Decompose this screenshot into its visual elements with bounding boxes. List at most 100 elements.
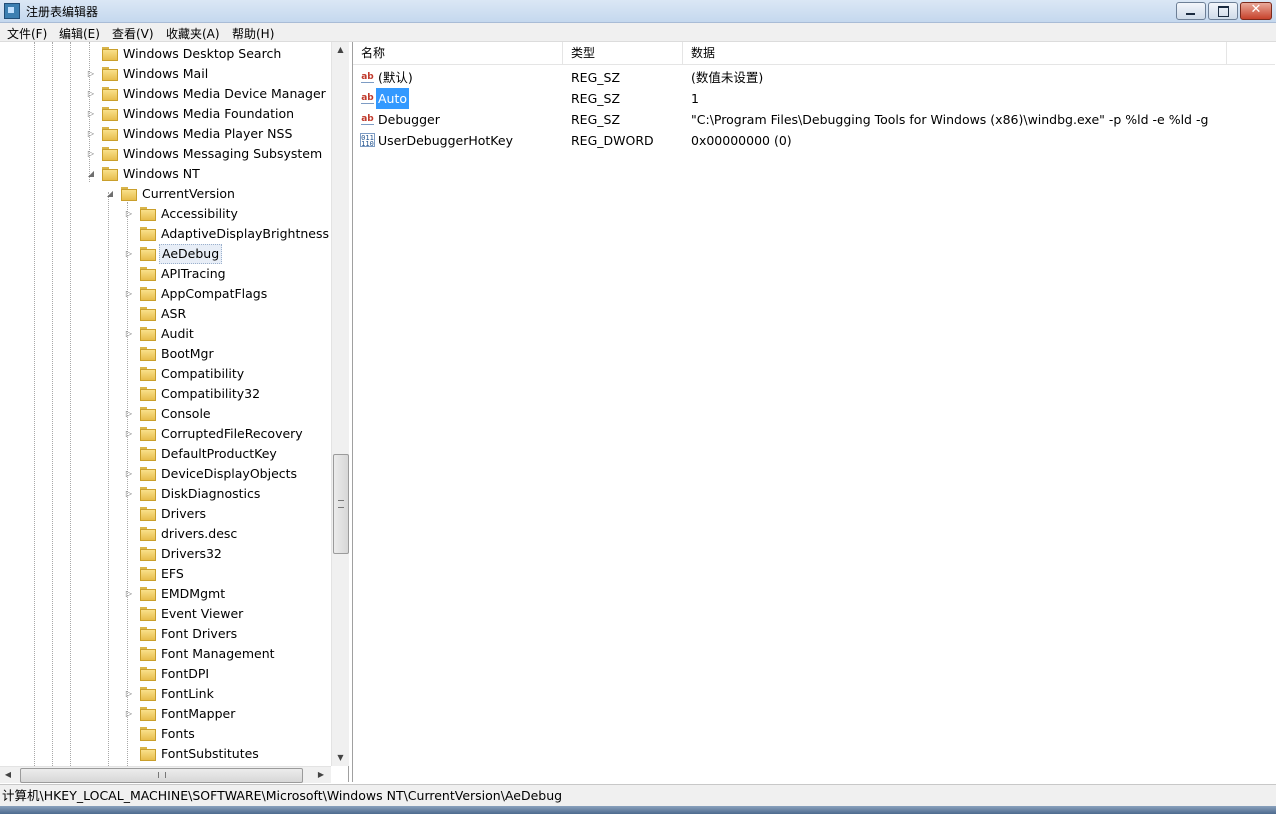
tree-node[interactable]: ◢ CurrentVersion bbox=[0, 184, 331, 204]
expand-arrow-icon[interactable]: ▷ bbox=[124, 704, 134, 724]
tree-node[interactable]: ▷ AppCompatFlags bbox=[0, 284, 331, 304]
tree-node[interactable]: ▷ CorruptedFileRecovery bbox=[0, 424, 331, 444]
tree-node[interactable]: ▷ DeviceDisplayObjects bbox=[0, 464, 331, 484]
tree-node[interactable]: Fonts bbox=[0, 724, 331, 744]
folder-icon bbox=[140, 427, 156, 441]
tree-node[interactable]: ▷ Windows Messaging Subsystem bbox=[0, 144, 331, 164]
tree-node[interactable]: Windows Desktop Search bbox=[0, 44, 331, 64]
tree-vertical-scrollbar[interactable]: ▲ ▼ bbox=[331, 42, 349, 766]
column-header-type[interactable]: 类型 bbox=[563, 42, 683, 64]
expand-arrow-icon[interactable]: ▷ bbox=[124, 404, 134, 424]
tree-node-label: Windows Media Player NSS bbox=[123, 126, 293, 141]
expand-arrow-icon[interactable]: ◢ bbox=[86, 164, 96, 184]
tree-node[interactable]: ▷ FontMapper bbox=[0, 704, 331, 724]
tree-node[interactable]: ▷ DiskDiagnostics bbox=[0, 484, 331, 504]
scroll-up-arrow-icon[interactable]: ▲ bbox=[332, 42, 349, 58]
expand-arrow-icon[interactable]: ▷ bbox=[86, 124, 96, 144]
expand-arrow-icon[interactable]: ▷ bbox=[86, 104, 96, 124]
folder-icon bbox=[102, 147, 118, 161]
expand-arrow-icon[interactable]: ▷ bbox=[124, 204, 134, 224]
tree-node-label-selected: AeDebug bbox=[159, 244, 223, 264]
tree-node[interactable]: ▷ AeDebug bbox=[0, 244, 331, 264]
folder-icon bbox=[140, 507, 156, 521]
horizontal-scroll-thumb[interactable] bbox=[20, 768, 303, 783]
expand-arrow-icon[interactable]: ▷ bbox=[86, 84, 96, 104]
folder-icon bbox=[140, 587, 156, 601]
value-name: Debugger bbox=[378, 112, 440, 127]
tree-node[interactable]: drivers.desc bbox=[0, 524, 331, 544]
tree-node[interactable]: FontDPI bbox=[0, 664, 331, 684]
tree-node[interactable]: AdaptiveDisplayBrightness bbox=[0, 224, 331, 244]
tree-node[interactable]: DefaultProductKey bbox=[0, 444, 331, 464]
folder-icon bbox=[140, 347, 156, 361]
tree-node[interactable]: Font Management bbox=[0, 644, 331, 664]
expand-arrow-icon[interactable]: ▷ bbox=[124, 324, 134, 344]
expand-arrow-icon[interactable]: ▷ bbox=[86, 144, 96, 164]
minimize-button[interactable] bbox=[1176, 2, 1206, 20]
close-button[interactable]: ✕ bbox=[1240, 2, 1272, 20]
scroll-grip-icon bbox=[338, 500, 344, 508]
menu-favorites[interactable]: 收藏夹(A) bbox=[166, 25, 220, 42]
tree-node[interactable]: ▷ Accessibility bbox=[0, 204, 331, 224]
folder-icon bbox=[140, 667, 156, 681]
tree-node[interactable]: ▷ Console bbox=[0, 404, 331, 424]
tree-node[interactable]: EFS bbox=[0, 564, 331, 584]
expand-arrow-icon[interactable]: ▷ bbox=[124, 464, 134, 484]
tree-node-label: Console bbox=[161, 406, 211, 421]
tree-node-label: FontDPI bbox=[161, 666, 210, 681]
folder-icon bbox=[140, 387, 156, 401]
tree-node[interactable]: ▷ Audit bbox=[0, 324, 331, 344]
expand-arrow-icon[interactable]: ▷ bbox=[124, 584, 134, 604]
close-icon: ✕ bbox=[1250, 2, 1262, 17]
registry-key-tree[interactable]: Windows Desktop Search ▷ Windows Mail ▷ Wind… bbox=[0, 42, 349, 782]
tree-node[interactable]: ▷ Windows Media Device Manager bbox=[0, 84, 331, 104]
vertical-scroll-thumb[interactable] bbox=[333, 454, 349, 554]
tree-node[interactable]: ▷ EMDMgmt bbox=[0, 584, 331, 604]
expand-arrow-icon[interactable]: ▷ bbox=[124, 484, 134, 504]
tree-horizontal-scrollbar[interactable]: ◀ ▶ bbox=[0, 766, 331, 783]
tree-node[interactable]: ASR bbox=[0, 304, 331, 324]
column-header-data[interactable]: 数据 bbox=[683, 42, 1227, 64]
tree-node[interactable]: Drivers bbox=[0, 504, 331, 524]
tree-node[interactable]: Compatibility32 bbox=[0, 384, 331, 404]
tree-node[interactable]: Drivers32 bbox=[0, 544, 331, 564]
tree-node[interactable]: Font Drivers bbox=[0, 624, 331, 644]
value-row[interactable]: ab Auto REG_SZ 1 bbox=[353, 88, 1275, 109]
expand-arrow-icon[interactable]: ▷ bbox=[124, 684, 134, 704]
value-type: REG_SZ bbox=[571, 91, 621, 106]
tree-node[interactable]: FontSubstitutes bbox=[0, 744, 331, 764]
tree-node-label: CorruptedFileRecovery bbox=[161, 426, 303, 441]
scroll-right-arrow-icon[interactable]: ▶ bbox=[313, 767, 329, 783]
maximize-button[interactable] bbox=[1208, 2, 1238, 20]
menu-edit[interactable]: 编辑(E) bbox=[59, 25, 100, 42]
tree-node[interactable]: Event Viewer bbox=[0, 604, 331, 624]
menu-view[interactable]: 查看(V) bbox=[112, 25, 154, 42]
expand-arrow-icon[interactable]: ▷ bbox=[86, 64, 96, 84]
value-row[interactable]: ab (默认) REG_SZ (数值未设置) bbox=[353, 67, 1275, 88]
value-type: REG_SZ bbox=[571, 112, 621, 127]
expand-arrow-icon[interactable]: ▷ bbox=[124, 424, 134, 444]
tree-node[interactable]: ▷ Windows Media Foundation bbox=[0, 104, 331, 124]
column-header-name[interactable]: 名称 bbox=[353, 42, 563, 64]
expand-arrow-icon[interactable]: ◢ bbox=[105, 184, 115, 204]
tree-node[interactable]: Compatibility bbox=[0, 364, 331, 384]
tree-node[interactable]: BootMgr bbox=[0, 344, 331, 364]
folder-icon bbox=[140, 727, 156, 741]
value-row[interactable]: ab Debugger REG_SZ "C:\Program Files\Debugg… bbox=[353, 109, 1275, 130]
tree-node[interactable]: ▷ Windows Mail bbox=[0, 64, 331, 84]
expand-arrow-icon[interactable]: ▷ bbox=[124, 284, 134, 304]
folder-icon bbox=[140, 747, 156, 761]
value-name: (默认) bbox=[378, 70, 413, 85]
menu-file[interactable]: 文件(F) bbox=[7, 25, 47, 42]
scroll-left-arrow-icon[interactable]: ◀ bbox=[0, 767, 16, 783]
menu-help[interactable]: 帮助(H) bbox=[232, 25, 274, 42]
scroll-down-arrow-icon[interactable]: ▼ bbox=[332, 750, 349, 766]
values-list[interactable]: 名称 类型 数据 ab (默认) REG_SZ (数值未设置) ab Auto REG_SZ… bbox=[352, 42, 1276, 782]
tree-node[interactable]: ▷ Windows Media Player NSS bbox=[0, 124, 331, 144]
window-controls: ✕ bbox=[1176, 2, 1272, 20]
value-row[interactable]: 011 110 UserDebuggerHotKey REG_DWORD 0x0000… bbox=[353, 130, 1275, 151]
tree-node[interactable]: APITracing bbox=[0, 264, 331, 284]
expand-arrow-icon[interactable]: ▷ bbox=[124, 244, 134, 264]
tree-node[interactable]: ▷ FontLink bbox=[0, 684, 331, 704]
tree-node[interactable]: ◢ Windows NT bbox=[0, 164, 331, 184]
